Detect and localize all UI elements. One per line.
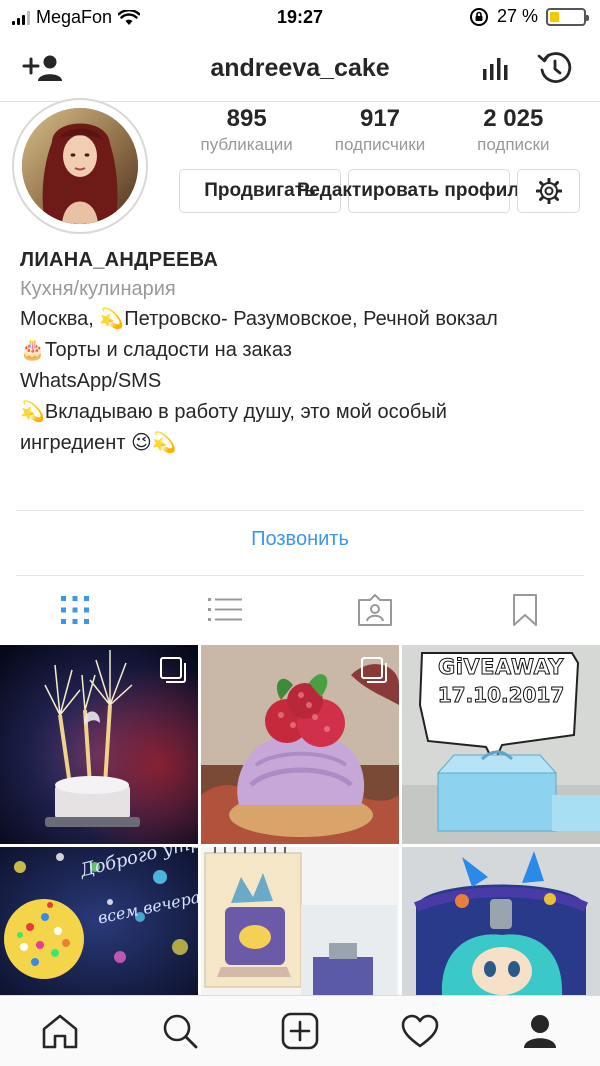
settings-button[interactable] <box>517 169 580 213</box>
bio-line: 🎂Торты и сладости на заказ <box>20 339 292 361</box>
profile-tabs <box>0 577 600 643</box>
multiple-photos-icon <box>361 657 387 683</box>
profile-bio: ЛИАНА_АНДРЕЕВА Кухня/кулинария Москва, 💫… <box>20 246 580 459</box>
multiple-photos-icon <box>160 657 186 683</box>
stat-following[interactable]: 2 025 подписки <box>447 104 580 156</box>
heart-icon <box>401 1014 439 1048</box>
tab-list[interactable] <box>150 577 300 643</box>
grid-icon <box>61 596 89 624</box>
profile-screen: MegaFon 19:27 27 % andreeva_cake 895 пуб… <box>0 0 600 1066</box>
tab-new-post[interactable] <box>240 996 360 1066</box>
status-bar: MegaFon 19:27 27 % <box>0 0 600 34</box>
bar-chart-icon[interactable] <box>476 50 516 86</box>
bottom-tab-bar <box>0 995 600 1066</box>
add-post-icon <box>281 1012 319 1050</box>
tab-saved[interactable] <box>450 577 600 643</box>
profile-category: Кухня/кулинария <box>20 278 176 300</box>
post-image <box>201 847 399 995</box>
tab-tagged[interactable] <box>300 577 450 643</box>
bio-line: WhatsApp/SMS <box>20 370 162 392</box>
navigation-bar: andreeva_cake <box>0 34 600 102</box>
bio-line: 💫Вкладываю в работу душу, это мой особый… <box>20 401 447 454</box>
tab-home[interactable] <box>0 996 120 1066</box>
search-icon <box>163 1014 198 1049</box>
avatar <box>22 108 138 224</box>
battery-icon <box>546 7 589 26</box>
tab-grid[interactable] <box>0 577 150 643</box>
tab-activity[interactable] <box>360 996 480 1066</box>
post-image <box>402 847 600 995</box>
posts-grid: GiVEAWAY 17.10.2017 Доброго всем вечера <box>0 645 600 995</box>
bio-location: Москва, 💫Петровско- Разумовское, Речной … <box>20 308 498 330</box>
giveaway-date: 17.10.2017 <box>437 683 565 708</box>
history-clock-icon[interactable] <box>534 50 574 86</box>
post-thumbnail[interactable]: Доброго утро всем вечера <box>0 847 198 995</box>
post-thumbnail[interactable] <box>402 847 600 995</box>
edit-profile-button[interactable]: Редактировать профиль <box>297 169 531 213</box>
stat-posts[interactable]: 895 публикации <box>180 104 313 156</box>
post-thumbnail[interactable] <box>201 847 399 995</box>
list-icon <box>208 598 242 621</box>
post-thumbnail[interactable]: GiVEAWAY 17.10.2017 <box>402 645 600 844</box>
bookmark-icon <box>513 594 537 626</box>
home-icon <box>42 1014 78 1049</box>
gear-icon <box>535 178 562 204</box>
battery-percent: 27 % <box>496 6 538 26</box>
avatar-ring[interactable] <box>12 98 148 234</box>
tagged-person-icon <box>358 594 392 626</box>
post-thumbnail[interactable] <box>201 645 399 844</box>
tab-profile[interactable] <box>480 996 600 1066</box>
giveaway-title: GiVEAWAY <box>437 655 564 680</box>
profile-icon <box>524 1015 556 1048</box>
profile-name: ЛИАНА_АНДРЕЕВА <box>20 249 219 271</box>
tab-search[interactable] <box>120 996 240 1066</box>
profile-stats: 895 публикации 917 подписчики 2 025 подп… <box>180 104 580 156</box>
rotation-lock-icon <box>469 7 488 26</box>
stat-followers[interactable]: 917 подписчики <box>313 104 446 156</box>
divider <box>16 510 584 511</box>
post-thumbnail[interactable] <box>0 645 198 844</box>
divider <box>16 575 584 576</box>
call-button[interactable]: Позвонить <box>0 528 600 551</box>
